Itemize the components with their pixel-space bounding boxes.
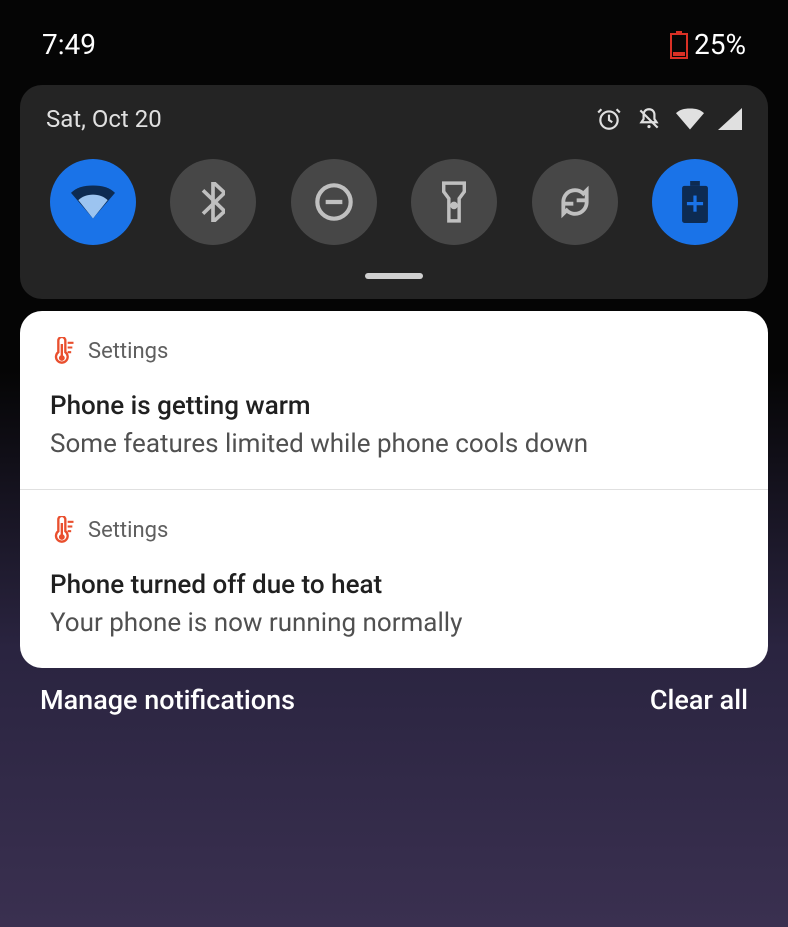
battery-percent: 25% <box>694 28 746 61</box>
alarm-icon <box>596 106 622 132</box>
bluetooth-tile[interactable] <box>170 159 256 245</box>
wifi-tile-icon <box>71 185 115 219</box>
signal-icon <box>718 108 742 130</box>
notification-text: Some features limited while phone cools … <box>50 429 738 459</box>
quick-settings-panel: Sat, Oct 20 <box>20 85 768 299</box>
quick-settings-header: Sat, Oct 20 <box>46 105 742 133</box>
wifi-tile[interactable] <box>50 159 136 245</box>
dnd-off-icon <box>636 106 662 132</box>
battery-saver-tile[interactable] <box>652 159 738 245</box>
status-bar: 7:49 25% <box>0 0 788 71</box>
manage-notifications-button[interactable]: Manage notifications <box>40 684 295 716</box>
wifi-icon <box>676 108 704 130</box>
notification-app-name: Settings <box>88 518 168 543</box>
do-not-disturb-icon <box>314 182 354 222</box>
notification-text: Your phone is now running normally <box>50 608 738 638</box>
bluetooth-icon <box>201 182 225 222</box>
expand-handle[interactable] <box>365 273 423 279</box>
notification-footer: Manage notifications Clear all <box>40 684 748 716</box>
notification-item[interactable]: Settings Phone is getting warm Some feat… <box>20 311 768 489</box>
status-icons <box>596 106 742 132</box>
auto-rotate-icon <box>555 182 595 222</box>
flashlight-tile[interactable] <box>411 159 497 245</box>
battery-low-icon <box>670 31 688 59</box>
notification-title: Phone turned off due to heat <box>50 570 738 600</box>
auto-rotate-tile[interactable] <box>532 159 618 245</box>
notifications-list: Settings Phone is getting warm Some feat… <box>20 311 768 668</box>
flashlight-icon <box>442 181 466 223</box>
battery-status: 25% <box>670 28 746 61</box>
date-label: Sat, Oct 20 <box>46 105 162 133</box>
status-time: 7:49 <box>42 28 96 61</box>
notification-app-name: Settings <box>88 339 168 364</box>
thermometer-icon <box>50 516 76 544</box>
do-not-disturb-tile[interactable] <box>291 159 377 245</box>
notification-item[interactable]: Settings Phone turned off due to heat Yo… <box>20 489 768 668</box>
thermometer-icon <box>50 337 76 365</box>
notification-title: Phone is getting warm <box>50 391 738 421</box>
quick-settings-tiles <box>46 159 742 245</box>
clear-all-button[interactable]: Clear all <box>650 684 748 716</box>
battery-saver-icon <box>682 181 708 223</box>
